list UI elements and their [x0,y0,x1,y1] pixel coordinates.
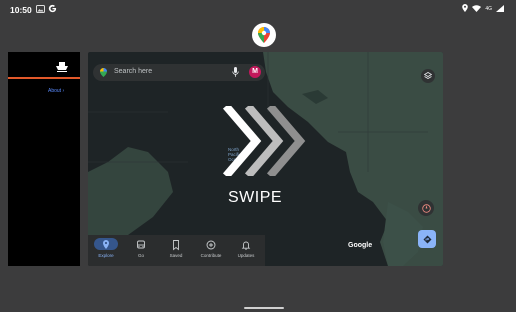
bookmark-icon [173,240,179,251]
about-link[interactable]: About › [48,88,64,94]
left-card-accent-bar [8,77,80,79]
compass-button[interactable] [418,200,434,216]
status-bar: 10:50 4G [0,0,516,20]
nav-label: Go [137,253,144,258]
network-type: 4G [485,6,492,12]
car-icon [137,240,145,249]
layers-button[interactable] [421,69,435,83]
swipe-chevrons-icon [222,106,306,176]
nav-contribute[interactable]: Contribute [193,235,229,266]
nav-go[interactable]: Go [123,235,159,266]
ferry-logo-icon [56,62,68,72]
pin-icon [103,240,109,249]
home-gesture-handle[interactable] [244,307,284,309]
nav-label: Explore [98,253,114,258]
maps-app-icon[interactable] [252,23,276,47]
recent-app-card-left[interactable]: About › [8,52,80,266]
search-placeholder[interactable]: Search here [114,68,152,75]
plus-circle-icon [206,240,216,250]
nav-updates[interactable]: Updates [228,235,264,266]
signal-icon [496,4,504,14]
screen: 10:50 4G About › Search here M North Pac… [0,0,516,312]
nav-saved[interactable]: Saved [158,235,194,266]
account-avatar[interactable]: M [249,66,261,78]
nav-label: Contribute [200,253,222,258]
search-bar[interactable]: Search here M [93,64,265,81]
nav-label: Saved [169,253,183,258]
google-attribution: Google [348,242,373,249]
status-time: 10:50 [10,5,32,15]
nav-explore[interactable]: Explore [88,235,124,266]
google-notification-icon [48,4,57,15]
status-right: 4G [462,4,504,14]
gallery-notification-icon [36,5,45,15]
maps-pin-icon [100,68,107,77]
directions-icon [423,235,431,243]
bell-icon [241,241,251,250]
location-icon [462,4,469,14]
maps-app-card[interactable]: Search here M North Pacific Ocean SWIPE [88,52,443,266]
mic-icon[interactable] [232,67,239,78]
compass-icon [421,203,431,213]
bottom-navigation: Explore Go Saved Contribute Updates [88,235,265,266]
swipe-hint-label: SWIPE [228,189,283,206]
wifi-icon [472,4,482,14]
directions-button[interactable] [418,230,436,248]
nav-label: Updates [237,253,255,258]
layers-icon [424,72,432,79]
